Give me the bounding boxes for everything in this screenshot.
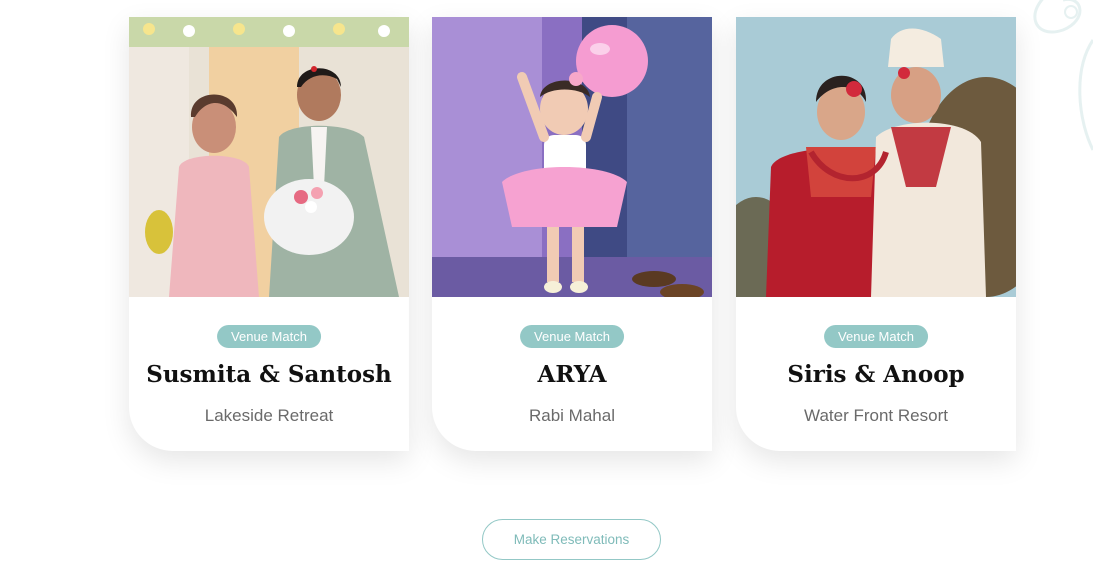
gallery-card[interactable]: Venue Match Susmita & Santosh Lakeside R…	[129, 17, 409, 451]
gallery-card[interactable]: Venue Match ARYA Rabi Mahal	[432, 17, 712, 451]
card-title[interactable]: Susmita & Santosh	[129, 361, 409, 388]
child-photo	[432, 17, 712, 297]
couple-photo	[129, 17, 409, 297]
card-venue: Lakeside Retreat	[204, 406, 334, 425]
wedding-photo	[736, 17, 1016, 297]
card-venue: Rabi Mahal	[529, 406, 615, 425]
venue-match-badge: Venue Match	[217, 325, 321, 348]
venue-match-badge: Venue Match	[824, 325, 928, 348]
gallery-card[interactable]: Venue Match Siris & Anoop Water Front Re…	[736, 17, 1016, 451]
venue-match-badge: Venue Match	[520, 325, 624, 348]
make-reservations-button[interactable]: Make Reservations	[482, 519, 661, 560]
card-title[interactable]: ARYA	[432, 361, 712, 388]
card-venue: Water Front Resort	[804, 406, 948, 425]
card-title[interactable]: Siris & Anoop	[736, 361, 1016, 388]
